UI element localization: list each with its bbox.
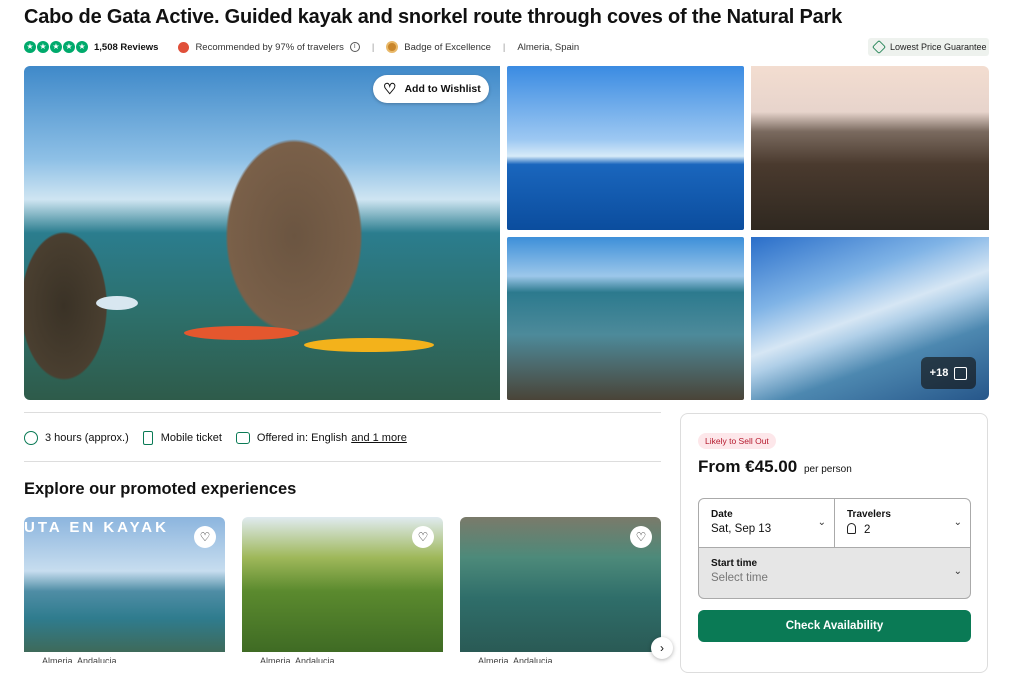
chevron-down-icon: ⌄: [953, 517, 962, 528]
promoted-title: Explore our promoted experiences: [24, 480, 297, 498]
travelers-label: Travelers: [847, 509, 891, 520]
price-text: From €45.00 per person: [698, 457, 852, 477]
promoted-card[interactable]: Almeria, Andalucia ♡: [460, 517, 661, 663]
start-time-select[interactable]: Start time Select time ⌄: [698, 547, 971, 599]
time-placeholder: Select time: [711, 572, 768, 584]
features-row: 3 hours (approx.) Mobile ticket Offered …: [24, 431, 421, 445]
divider: |: [502, 41, 506, 53]
location-text[interactable]: Almeria, Spain: [517, 42, 579, 53]
gallery-photo[interactable]: [507, 66, 744, 230]
heart-icon[interactable]: ♡: [630, 526, 652, 548]
duration-text: 3 hours (approx.): [45, 432, 129, 444]
recommended-icon: [178, 41, 190, 53]
card-location: Almeria, Andalucia: [42, 656, 117, 663]
feature-language: Offered in: English and 1 more: [235, 432, 407, 444]
heart-icon[interactable]: ♡: [194, 526, 216, 548]
heart-icon[interactable]: ♡: [412, 526, 434, 548]
badge-text: Badge of Excellence: [404, 41, 491, 53]
feature-ticket: Mobile ticket: [142, 431, 222, 445]
date-picker[interactable]: Date Sat, Sep 13 ⌄: [698, 498, 835, 548]
lowest-price-badge[interactable]: Lowest Price Guarantee: [868, 38, 989, 56]
promoted-card[interactable]: UTA EN KAYAK Almeria, Andalucia ♡: [24, 517, 225, 663]
date-value: Sat, Sep 13: [711, 523, 772, 535]
clock-icon: [24, 431, 38, 445]
travelers-value-wrap: 2: [847, 523, 870, 536]
card-location: Almeria, Andalucia: [260, 656, 335, 663]
meta-row: ★ ★ ★ ★ ★ 1,508 Reviews Recommended by 9…: [24, 39, 579, 55]
star-icon: ★: [24, 41, 36, 53]
wishlist-label: Add to Wishlist: [404, 83, 481, 95]
booking-panel: Likely to Sell Out From €45.00 per perso…: [680, 413, 988, 673]
price-unit: per person: [803, 464, 852, 475]
chevron-right-icon[interactable]: ›: [651, 637, 673, 659]
travelers-picker[interactable]: Travelers 2 ⌄: [834, 498, 971, 548]
more-photos-count: +18: [929, 367, 949, 379]
chevron-down-icon: ⌄: [953, 566, 962, 577]
kayak-shape: [184, 326, 299, 340]
main-photo[interactable]: [24, 66, 500, 400]
star-icon: ★: [50, 41, 62, 53]
divider: [24, 412, 661, 413]
price-value: From €45.00: [698, 457, 798, 476]
time-label: Start time: [711, 558, 758, 569]
travelers-value: 2: [864, 524, 871, 536]
kayak-shape: [96, 296, 138, 310]
feature-duration: 3 hours (approx.): [24, 431, 129, 445]
urgency-badge: Likely to Sell Out: [698, 433, 776, 449]
gallery-icon: [954, 366, 968, 380]
more-languages-link[interactable]: and 1 more: [351, 432, 407, 444]
add-to-wishlist-button[interactable]: ♡ Add to Wishlist: [373, 75, 489, 103]
check-availability-button[interactable]: Check Availability: [698, 610, 971, 642]
more-photos-button[interactable]: +18: [921, 357, 976, 389]
info-icon[interactable]: i: [349, 42, 360, 52]
reviews-link[interactable]: 1,508 Reviews: [94, 42, 158, 53]
chat-icon: [235, 432, 250, 444]
rating-stars: ★ ★ ★ ★ ★: [24, 41, 88, 53]
gallery-photo[interactable]: [751, 66, 989, 230]
mobile-icon: [142, 431, 153, 445]
gallery-photo[interactable]: [507, 237, 744, 400]
divider: |: [371, 41, 375, 53]
star-icon: ★: [63, 41, 75, 53]
card-location: Almeria, Andalucia: [478, 656, 553, 663]
lowest-price-label: Lowest Price Guarantee: [890, 42, 987, 52]
card-banner-text: UTA EN KAYAK: [24, 519, 169, 536]
ticket-text: Mobile ticket: [160, 432, 222, 444]
recommended-text: Recommended by 97% of travelers: [195, 41, 344, 53]
page-title: Cabo de Gata Active. Guided kayak and sn…: [24, 6, 843, 28]
star-icon: ★: [37, 41, 49, 53]
kayak-shape: [304, 338, 434, 352]
tag-icon: [871, 39, 887, 55]
heart-icon: ♡: [383, 80, 397, 98]
promoted-card[interactable]: Almeria, Andalucia ♡: [242, 517, 443, 663]
divider: [24, 461, 661, 462]
language-text: Offered in: English: [256, 432, 348, 444]
chevron-down-icon: ⌄: [817, 517, 826, 528]
person-icon: [847, 523, 856, 534]
badge-icon: [386, 41, 399, 53]
star-icon: ★: [76, 41, 88, 53]
date-label: Date: [711, 509, 733, 520]
